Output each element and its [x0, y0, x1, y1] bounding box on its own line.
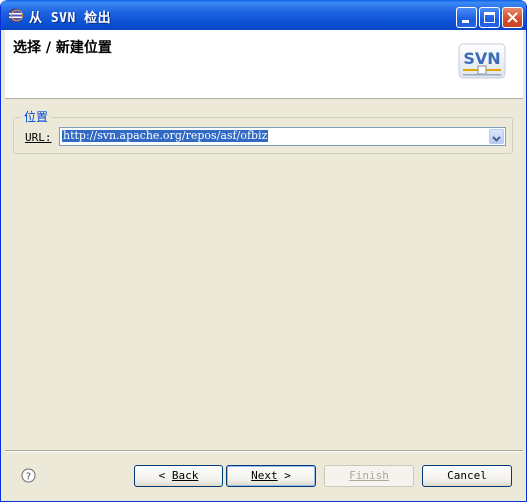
url-dropdown-button[interactable] — [489, 129, 504, 144]
close-button[interactable] — [502, 7, 523, 28]
window-title: 从 SVN 检出 — [29, 11, 112, 26]
eclipse-icon — [8, 8, 23, 23]
button-bar-divider — [5, 450, 523, 452]
finish-label: Finish — [349, 469, 389, 482]
page-title: 选择 / 新建位置 — [13, 40, 112, 56]
chevron-down-icon — [492, 136, 501, 142]
help-icon[interactable]: ? — [21, 468, 36, 483]
wizard-banner: 选择 / 新建位置 SVN — [5, 30, 523, 99]
next-button[interactable]: Next > — [226, 465, 316, 487]
maximize-icon — [484, 12, 495, 23]
url-combobox[interactable]: http://svn.apache.org/repos/asf/ofbiz — [59, 127, 506, 146]
finish-button[interactable]: Finish — [324, 465, 414, 487]
location-legend: 位置 — [21, 108, 52, 125]
logo-text: SVN — [463, 49, 500, 68]
svn-logo-icon: SVN — [458, 43, 506, 79]
cancel-button[interactable]: Cancel — [422, 465, 512, 487]
cancel-label: Cancel — [447, 469, 487, 482]
title-bar[interactable]: 从 SVN 检出 — [1, 0, 526, 30]
minimize-button[interactable] — [456, 7, 477, 28]
back-button[interactable]: < Back — [134, 465, 223, 487]
back-label: Back — [171, 469, 199, 482]
url-label-text: URL: — [25, 131, 52, 144]
next-arrow: > — [284, 469, 291, 482]
minimize-icon — [462, 20, 469, 23]
close-icon — [507, 12, 518, 23]
url-label: URL: — [25, 131, 52, 144]
svg-text:?: ? — [26, 472, 31, 483]
url-input[interactable]: http://svn.apache.org/repos/asf/ofbiz — [62, 130, 269, 142]
back-arrow: < — [158, 469, 166, 482]
maximize-button[interactable] — [479, 7, 500, 28]
checkout-dialog: 从 SVN 检出 选择 / 新建位置 SVN 位置 URL: http://sv… — [0, 0, 527, 502]
next-label: Next — [251, 469, 278, 482]
